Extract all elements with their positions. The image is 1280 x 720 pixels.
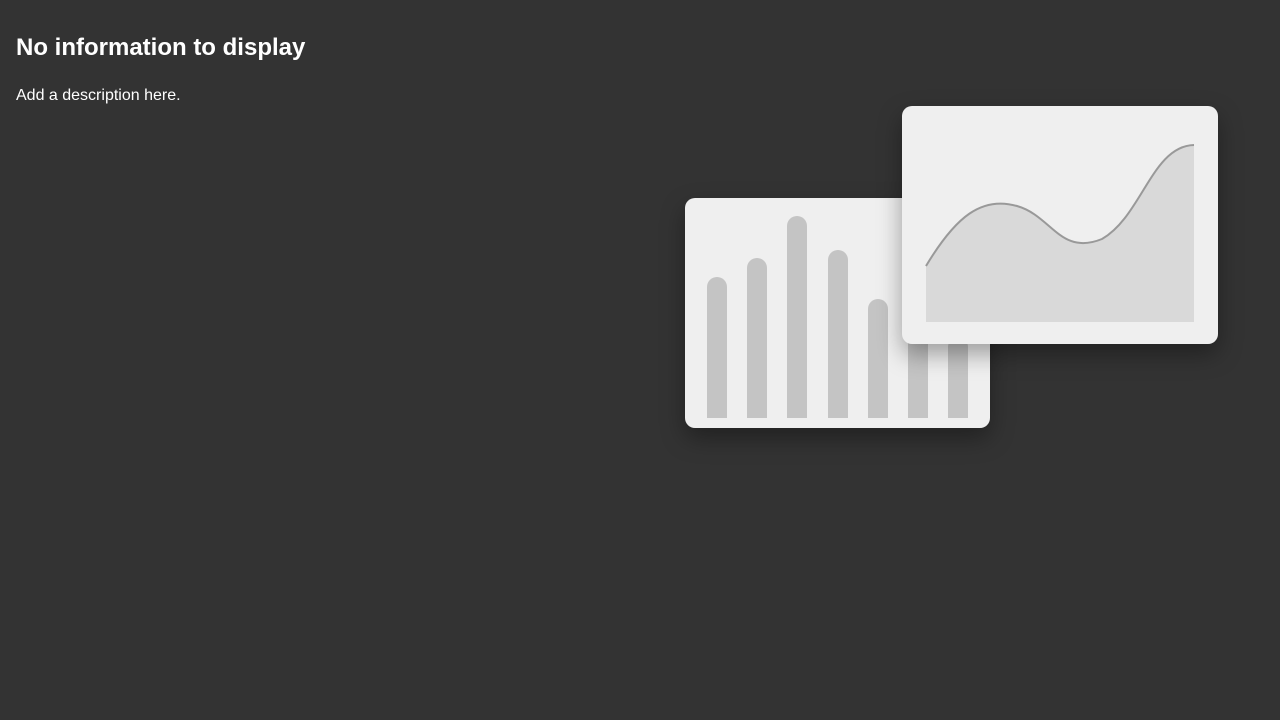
line-chart-illustration xyxy=(902,106,1218,344)
illustration-bar xyxy=(787,216,808,418)
empty-state-description: Add a description here. xyxy=(16,87,181,104)
line-chart-area xyxy=(926,145,1194,322)
illustration-bar xyxy=(827,250,848,418)
empty-state-title: No information to display xyxy=(16,34,306,61)
empty-state: No information to display Add a descript… xyxy=(0,0,1280,720)
illustration-bar xyxy=(707,277,727,418)
line-chart-graphic xyxy=(925,144,1195,322)
illustration-bar xyxy=(948,337,969,418)
illustration-bar xyxy=(747,258,768,418)
illustration-bar xyxy=(867,299,888,418)
